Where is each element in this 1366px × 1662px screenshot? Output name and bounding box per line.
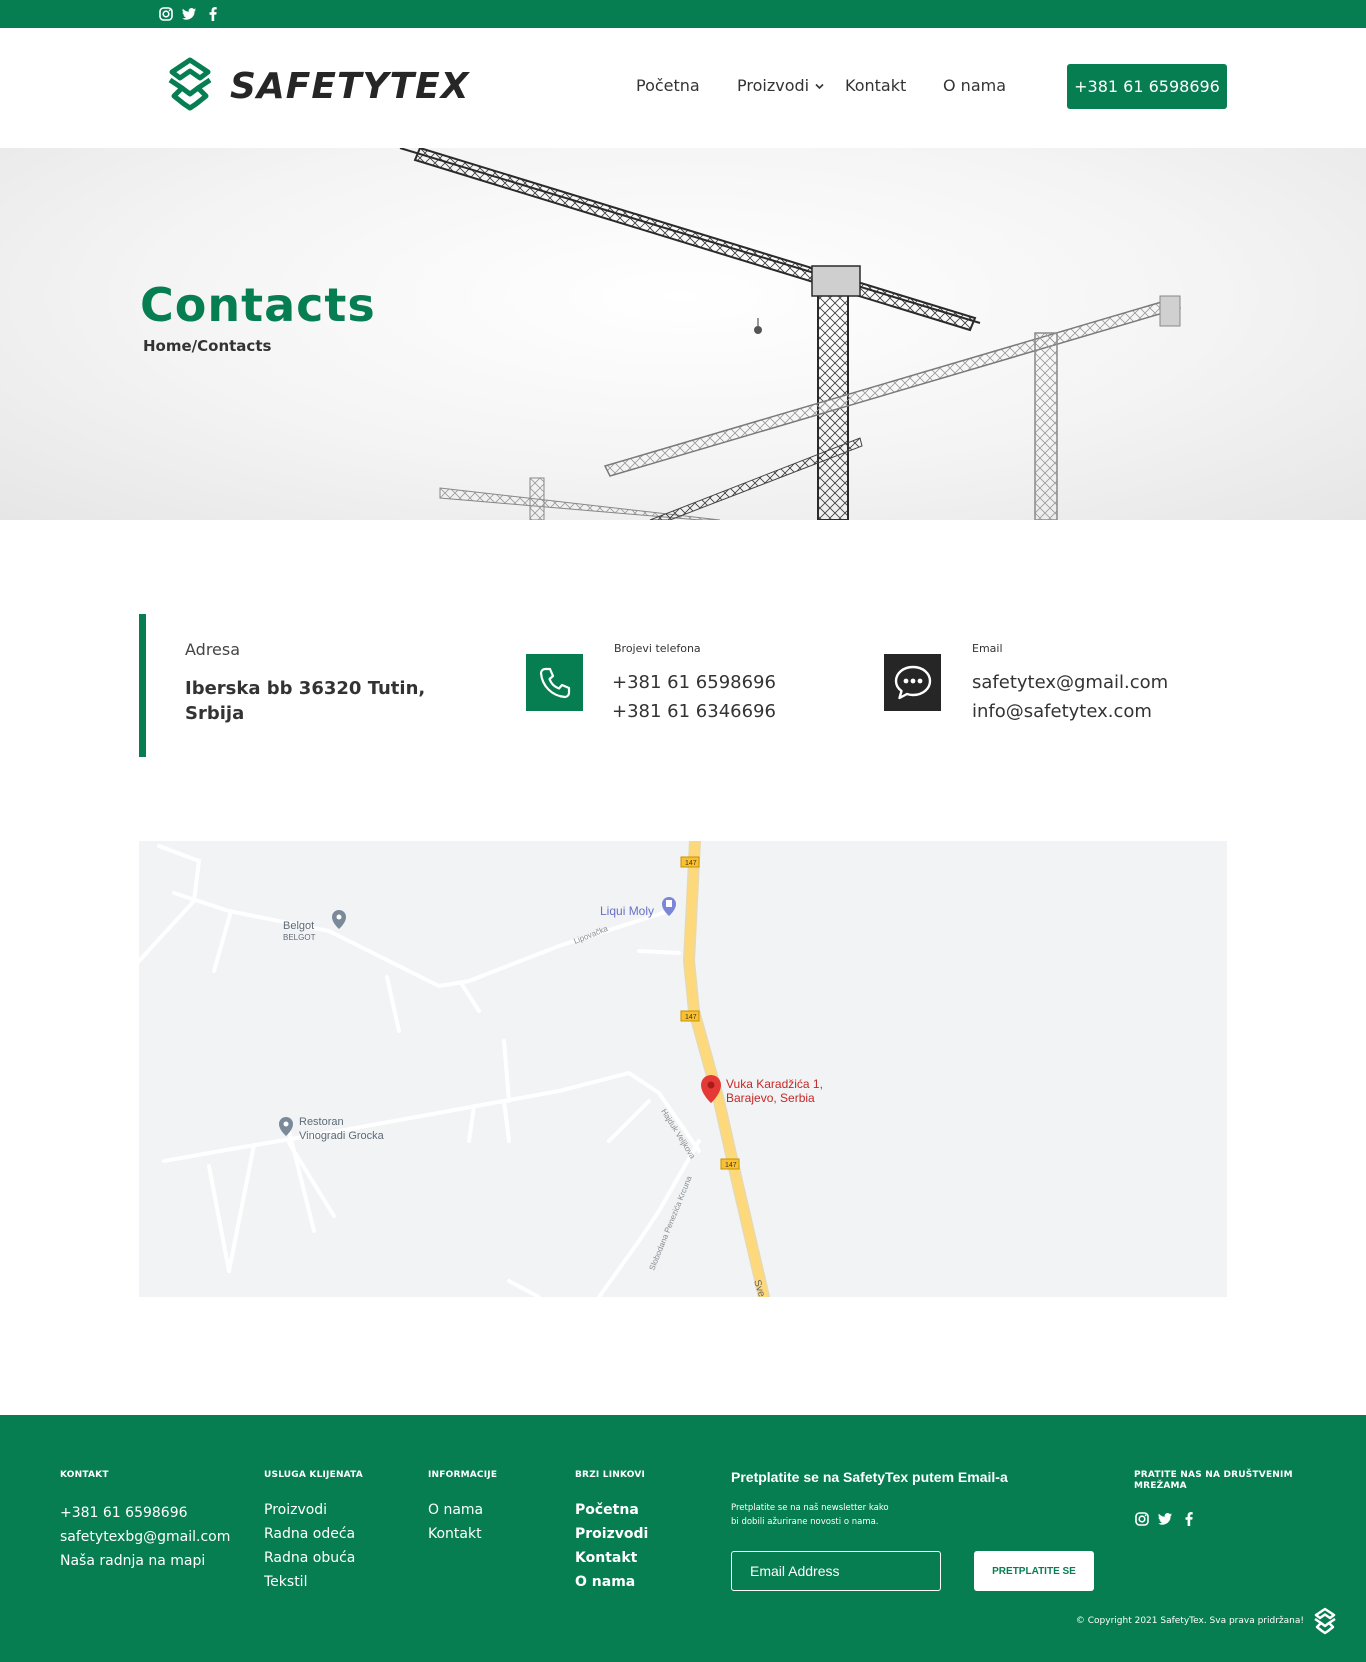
nav-o-nama[interactable]: O nama [943,76,1006,95]
footer-social-heading-line2: MREŽAMA [1134,1481,1187,1491]
logo-text[interactable]: SAFETYTEX [230,66,470,107]
map-label-pin-line1: Vuka Karadžića 1, [726,1077,823,1091]
nav-kontakt[interactable]: Kontakt [845,76,906,95]
chevron-down-icon[interactable] [815,83,824,90]
footer-brzi-heading: BRZI LINKOVI [575,1470,646,1480]
map-label-belgot-sub: BELGOT [283,933,316,942]
facebook-icon[interactable] [205,6,221,22]
map-canvas[interactable]: 147 147 147 Belgot BELGOT Liqui Moly Lip… [139,841,1227,1297]
address-label: Adresa [185,640,241,659]
footer-link-radna-odeca[interactable]: Radna odeća [264,1522,355,1546]
email-label: Email [972,642,1003,655]
footer-quick-proizvodi[interactable]: Proizvodi [575,1522,648,1546]
site-footer: KONTAKT +381 61 6598696 safetytexbg@gmai… [0,1415,1366,1662]
chat-bubble-icon [884,654,941,711]
copyright-text: © Copyright 2021 SafetyTex. Sva prava pr… [1075,1616,1304,1626]
map-label-liqui-moly: Liqui Moly [600,904,654,918]
newsletter-title: Pretplatite se na SafetyTex putem Email-… [731,1469,1008,1485]
footer-kontakt-map-link[interactable]: Naša radnja na mapi [60,1549,205,1573]
instagram-icon[interactable] [158,6,174,22]
location-map[interactable]: 147 147 147 Belgot BELGOT Liqui Moly Lip… [139,841,1227,1297]
phone-number-1[interactable]: +381 61 6598696 [612,668,776,697]
newsletter-subtitle: Pretplatite se na naš newsletter kako bi… [731,1501,911,1529]
footer-logo-mark-icon[interactable] [1312,1607,1338,1635]
address-accent-bar [139,614,146,757]
road-label-147-b: 147 [685,1014,697,1021]
footer-link-radna-obuca[interactable]: Radna obuća [264,1546,355,1570]
footer-quick-kontakt[interactable]: Kontakt [575,1546,637,1570]
newsletter-subtitle-line1: Pretplatite se na naš newsletter kako [731,1503,889,1513]
hero-cranes-image [399,148,1182,520]
breadcrumb[interactable]: Home/Contacts [143,337,271,355]
footer-social-heading: PRATITE NAS NA DRUŠTVENIM MREŽAMA [1134,1470,1293,1492]
footer-link-tekstil[interactable]: Tekstil [264,1570,307,1594]
footer-twitter-icon[interactable] [1157,1511,1173,1527]
map-label-lipovacka: Lipovačka [572,924,609,946]
address-line2: Srbija [185,703,245,724]
footer-link-proizvodi[interactable]: Proizvodi [264,1498,327,1522]
footer-link-o-nama[interactable]: O nama [428,1498,483,1522]
map-label-hajduk: Hajduk Veljkova [659,1107,697,1161]
page-title: Contacts [140,278,376,332]
newsletter-subtitle-line2: bi dobili ažurirane novosti o nama. [731,1517,879,1527]
email-address-2[interactable]: info@safetytex.com [972,697,1152,726]
footer-kontakt-email[interactable]: safetytexbg@gmail.com [60,1525,230,1549]
footer-social-heading-line1: PRATITE NAS NA DRUŠTVENIM [1134,1470,1293,1480]
road-label-147-a: 147 [685,860,697,867]
top-bar [0,0,1366,28]
map-label-restoran: Restoran [299,1116,344,1128]
subscribe-button[interactable]: PRETPLATITE SE [974,1551,1094,1591]
footer-link-kontakt[interactable]: Kontakt [428,1522,482,1546]
footer-kontakt-heading: KONTAKT [60,1470,109,1480]
nav-pocetna[interactable]: Početna [636,76,700,95]
footer-quick-pocetna[interactable]: Početna [575,1498,639,1522]
footer-quick-o-nama[interactable]: O nama [575,1570,635,1594]
nav-proizvodi[interactable]: Proizvodi [737,76,809,95]
map-label-belgot: Belgot [283,920,314,932]
twitter-icon[interactable] [181,6,197,22]
road-label-147-c: 147 [725,1162,737,1169]
site-header: SAFETYTEX Početna Proizvodi Kontakt O na… [0,28,1366,148]
logo-mark-icon[interactable] [164,56,216,112]
footer-facebook-icon[interactable] [1181,1511,1197,1527]
address-line1: Iberska bb 36320 Tutin, [185,678,426,699]
map-label-vinogradi: Vinogradi Grocka [299,1130,385,1142]
header-phone-button[interactable]: +381 61 6598696 [1067,64,1227,109]
footer-kontakt-phone[interactable]: +381 61 6598696 [60,1501,188,1525]
newsletter-email-input[interactable]: Email Address [731,1551,941,1591]
email-address-1[interactable]: safetytex@gmail.com [972,668,1168,697]
phone-number-2[interactable]: +381 61 6346696 [612,697,776,726]
map-label-pin-line2: Barajevo, Serbia [726,1091,815,1105]
footer-usluga-heading: USLUGA KLIJENATA [264,1470,363,1480]
footer-informacije-heading: INFORMACIJE [428,1470,498,1480]
footer-instagram-icon[interactable] [1134,1511,1150,1527]
hero-banner: Contacts Home/Contacts [0,148,1366,520]
phone-icon [526,654,583,711]
phones-label: Brojevi telefona [614,642,701,655]
